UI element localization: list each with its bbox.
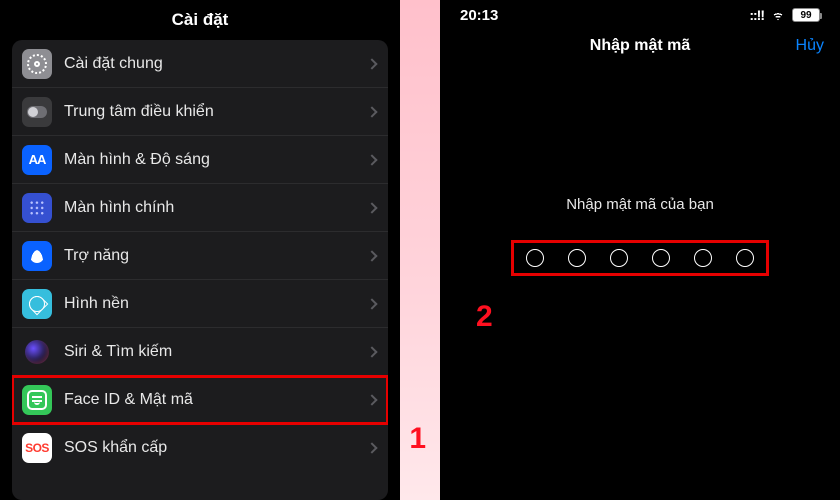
chevron-right-icon [366, 442, 377, 453]
settings-row-label: SOS khẩn cấp [64, 439, 368, 457]
status-indicators: ::!! 99 [749, 7, 820, 23]
passcode-dot [652, 249, 670, 267]
settings-row-control-center[interactable]: Trung tâm điều khiển [12, 88, 388, 136]
settings-row-label: Face ID & Mật mã [64, 391, 368, 409]
step-marker-2: 2 [476, 300, 493, 334]
settings-row-label: Trung tâm điều khiển [64, 103, 368, 121]
settings-row-wallpaper[interactable]: Hình nền [12, 280, 388, 328]
cancel-button[interactable]: Hủy [796, 26, 824, 66]
settings-title: Cài đặt [172, 10, 229, 30]
settings-row-accessibility[interactable]: Trợ năng [12, 232, 388, 280]
face-id-icon [22, 385, 52, 415]
chevron-right-icon [366, 154, 377, 165]
passcode-dot [610, 249, 628, 267]
passcode-dot [526, 249, 544, 267]
chevron-right-icon [366, 202, 377, 213]
chevron-right-icon [366, 346, 377, 357]
settings-row-sos[interactable]: SOS SOS khẩn cấp [12, 424, 388, 472]
chevron-right-icon [366, 58, 377, 69]
passcode-dots[interactable] [514, 243, 766, 273]
settings-row-label: Trợ năng [64, 247, 368, 265]
battery-level: 99 [800, 10, 811, 21]
settings-row-face-id[interactable]: Face ID & Mật mã [12, 376, 388, 424]
battery-icon: 99 [792, 8, 820, 22]
settings-screen: Cài đặt Cài đặt chung Trung tâm điều khiể… [0, 0, 400, 500]
settings-row-label: Siri & Tìm kiếm [64, 343, 368, 361]
settings-row-label: Hình nền [64, 295, 368, 313]
settings-row-home-screen[interactable]: Màn hình chính [12, 184, 388, 232]
siri-icon [22, 337, 52, 367]
sos-icon: SOS [22, 433, 52, 463]
chevron-right-icon [366, 106, 377, 117]
status-time: 20:13 [460, 7, 498, 24]
settings-row-general[interactable]: Cài đặt chung [12, 40, 388, 88]
chevron-right-icon [366, 250, 377, 261]
passcode-body: Nhập mật mã của bạn [440, 66, 840, 500]
app-grid-icon [22, 193, 52, 223]
passcode-title: Nhập mật mã [590, 37, 690, 55]
settings-row-label: Cài đặt chung [64, 55, 368, 73]
switch-icon [22, 97, 52, 127]
passcode-screen: 20:13 ::!! 99 Nhập mật mã Hủy Nhập mật m… [440, 0, 840, 500]
chevron-right-icon [366, 298, 377, 309]
settings-row-siri[interactable]: Siri & Tìm kiếm [12, 328, 388, 376]
accessibility-icon [22, 241, 52, 271]
wifi-icon [770, 10, 786, 21]
chevron-right-icon [366, 394, 377, 405]
status-bar: 20:13 ::!! 99 [440, 0, 840, 26]
settings-row-label: Màn hình chính [64, 199, 368, 217]
passcode-dot [736, 249, 754, 267]
passcode-dot [694, 249, 712, 267]
cellular-icon: ::!! [749, 7, 764, 23]
gear-icon [22, 49, 52, 79]
passcode-navbar: Nhập mật mã Hủy [440, 26, 840, 66]
settings-title-bar: Cài đặt [0, 0, 400, 40]
flower-icon [22, 289, 52, 319]
step-marker-1: 1 [409, 422, 426, 456]
settings-row-label: Màn hình & Độ sáng [64, 151, 368, 169]
settings-row-display[interactable]: AA Màn hình & Độ sáng [12, 136, 388, 184]
text-size-icon: AA [22, 145, 52, 175]
settings-list: Cài đặt chung Trung tâm điều khiển AA Màn h… [12, 40, 388, 500]
passcode-dot [568, 249, 586, 267]
passcode-prompt: Nhập mật mã của bạn [566, 196, 714, 213]
